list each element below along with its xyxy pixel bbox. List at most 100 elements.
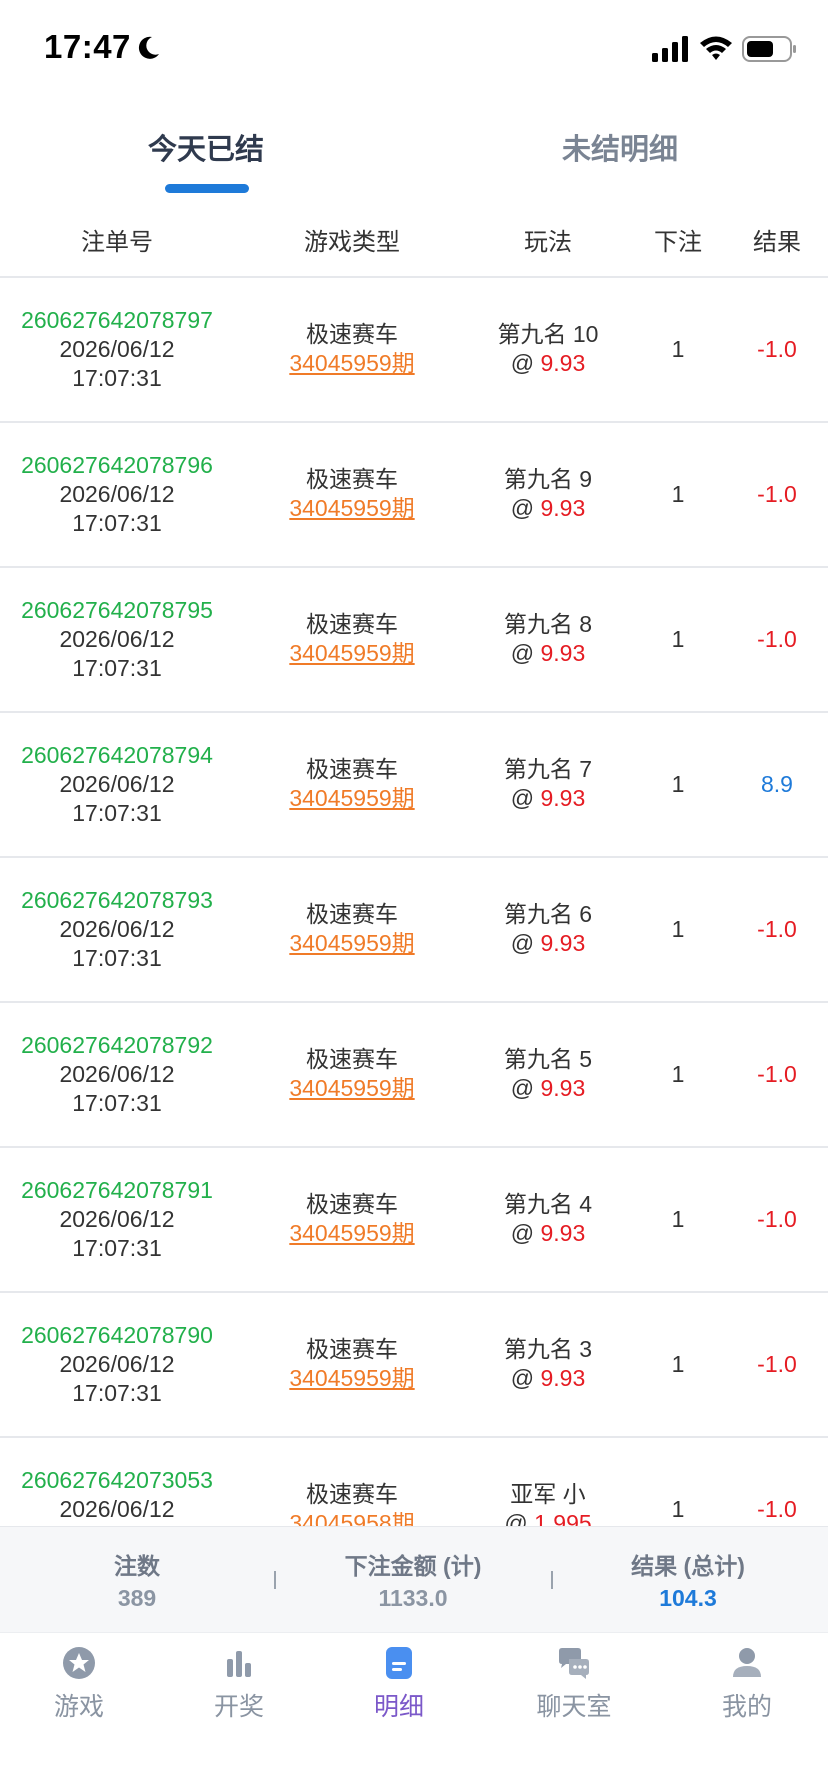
- nav-item-draw[interactable]: 开奖: [179, 1645, 299, 1723]
- odds-value: 9.93: [540, 350, 586, 376]
- nav-item-detail[interactable]: 明细: [339, 1645, 459, 1723]
- play-cell: 第九名 5 @ 9.93: [458, 1045, 638, 1103]
- summary-bet-total: 下注金额 (计) 1133.0: [313, 1547, 513, 1612]
- game-period-link[interactable]: 34045959期: [252, 349, 452, 378]
- odds-prefix: @: [510, 1220, 541, 1246]
- odds-line: @ 9.93: [458, 929, 638, 958]
- bet-id: 260627642078792: [21, 1032, 213, 1058]
- odds-prefix: @: [510, 1075, 541, 1101]
- odds-line: @ 9.93: [458, 1074, 638, 1103]
- draw-chart-icon: [227, 1651, 251, 1677]
- game-cell: 极速赛车 34045959期: [252, 1045, 452, 1103]
- bet-time: 17:07:31: [72, 365, 162, 391]
- table-row[interactable]: 260627642078794 2026/06/12 17:07:31 极速赛车 340…: [0, 713, 828, 858]
- odds-prefix: @: [510, 495, 541, 521]
- bet-result: -1.0: [757, 1351, 797, 1377]
- nav-label-detail: 明细: [373, 1693, 424, 1721]
- bet-amount: 1: [671, 336, 685, 362]
- table-row[interactable]: 260627642078793 2026/06/12 17:07:31 极速赛车 340…: [0, 858, 828, 1003]
- bet-time: 17:07:31: [72, 655, 162, 681]
- bet-date: 2026/06/12: [59, 336, 175, 362]
- nav-item-game[interactable]: 游戏: [19, 1645, 139, 1723]
- table-row[interactable]: 260627642078792 2026/06/12 17:07:31 极速赛车 340…: [0, 1003, 828, 1148]
- table-row[interactable]: 260627642078791 2026/06/12 17:07:31 极速赛车 340…: [0, 1148, 828, 1293]
- nav-item-chat[interactable]: 聊天室: [514, 1645, 634, 1723]
- bet-date: 2026/06/12: [59, 1351, 175, 1377]
- bet-id: 260627642078791: [21, 1177, 213, 1203]
- bet-id: 260627642078793: [21, 887, 213, 913]
- table-row[interactable]: 260627642078795 2026/06/12 17:07:31 极速赛车 340…: [0, 568, 828, 713]
- odds-line: @ 9.93: [458, 349, 638, 378]
- game-cell: 极速赛车 34045958期: [252, 1480, 452, 1526]
- bet-result: -1.0: [757, 336, 797, 362]
- game-period-link[interactable]: 34045959期: [252, 494, 452, 523]
- header-bet-id: 注单号: [81, 229, 153, 256]
- bet-id-cell: 260627642078791 2026/06/12 17:07:31: [0, 1176, 234, 1263]
- nav-label-game: 游戏: [53, 1693, 104, 1721]
- summary-result-total: 结果 (总计) 104.3: [588, 1547, 788, 1612]
- game-cell: 极速赛车 34045959期: [252, 465, 452, 523]
- cellular-signal-icon: [652, 36, 688, 62]
- bet-time: 17:07:31: [72, 1380, 162, 1406]
- header-play-type: 玩法: [524, 229, 572, 256]
- bet-id: 260627642078796: [21, 452, 213, 478]
- tab-unsettled-details[interactable]: 未结明细: [520, 126, 720, 168]
- bet-id: 260627642078790: [21, 1322, 213, 1348]
- bet-date: 2026/06/12: [59, 1061, 175, 1087]
- game-cell: 极速赛车 34045959期: [252, 610, 452, 668]
- odds-prefix: @: [510, 785, 541, 811]
- game-name: 极速赛车: [306, 1481, 398, 1507]
- bet-date: 2026/06/12: [59, 1496, 175, 1522]
- bet-result: -1.0: [757, 916, 797, 942]
- game-period-link[interactable]: 34045959期: [252, 1074, 452, 1103]
- battery-icon: [742, 36, 796, 62]
- odds-value: 9.93: [540, 930, 586, 956]
- play-name: 第九名 10: [497, 321, 599, 347]
- play-cell: 第九名 7 @ 9.93: [458, 755, 638, 813]
- bet-time: 17:07:31: [72, 800, 162, 826]
- table-row[interactable]: 260627642078790 2026/06/12 17:07:31 极速赛车 340…: [0, 1293, 828, 1438]
- odds-value: 9.93: [540, 640, 586, 666]
- summary-result-total-value: 104.3: [659, 1585, 717, 1611]
- play-name: 第九名 7: [503, 756, 593, 782]
- odds-line: @ 9.93: [458, 784, 638, 813]
- bet-list[interactable]: 260627642078797 2026/06/12 17:07:31 极速赛车 340…: [0, 278, 828, 1526]
- odds-value: 9.93: [540, 1365, 586, 1391]
- game-name: 极速赛车: [306, 1046, 398, 1072]
- game-period-link[interactable]: 34045959期: [252, 1219, 452, 1248]
- game-period-link[interactable]: 34045959期: [252, 639, 452, 668]
- game-icon: [63, 1647, 95, 1679]
- game-period-link[interactable]: 34045959期: [252, 1364, 452, 1393]
- nav-item-profile[interactable]: 我的: [687, 1645, 807, 1723]
- bet-id-cell: 260627642078797 2026/06/12 17:07:31: [0, 306, 234, 393]
- bet-id: 260627642078794: [21, 742, 213, 768]
- bet-amount: 1: [671, 1206, 685, 1232]
- game-name: 极速赛车: [306, 611, 398, 637]
- chat-icon: [559, 1648, 589, 1679]
- game-name: 极速赛车: [306, 756, 398, 782]
- profile-icon: [733, 1648, 761, 1677]
- play-cell: 第九名 9 @ 9.93: [458, 465, 638, 523]
- nav-label-profile: 我的: [721, 1693, 772, 1721]
- game-period-link[interactable]: 34045959期: [252, 929, 452, 958]
- tab-settled-today[interactable]: 今天已结: [106, 126, 306, 168]
- summary-divider: [551, 1571, 553, 1589]
- play-name: 第九名 5: [503, 1046, 593, 1072]
- table-row[interactable]: 260627642078797 2026/06/12 17:07:31 极速赛车 340…: [0, 278, 828, 423]
- game-period-link[interactable]: 34045959期: [252, 784, 452, 813]
- odds-value: 9.93: [540, 1075, 586, 1101]
- summary-divider: [274, 1571, 276, 1589]
- status-time: 17:47: [44, 28, 131, 65]
- bet-id-cell: 260627642073053 2026/06/12: [0, 1466, 234, 1524]
- play-name: 第九名 8: [503, 611, 593, 637]
- play-name: 第九名 9: [503, 466, 593, 492]
- summary-bet-count-label: 注数: [114, 1553, 160, 1579]
- bet-id: 260627642073053: [21, 1467, 213, 1493]
- table-row[interactable]: 260627642078796 2026/06/12 17:07:31 极速赛车 340…: [0, 423, 828, 568]
- bottom-nav: 游戏 开奖 明细 聊天室 我的: [0, 1632, 828, 1792]
- game-period-link[interactable]: 34045958期: [252, 1509, 452, 1526]
- odds-prefix: @: [510, 350, 541, 376]
- table-row[interactable]: 260627642073053 2026/06/12 极速赛车 34045958期 亚军…: [0, 1438, 828, 1526]
- bet-date: 2026/06/12: [59, 771, 175, 797]
- play-name: 第九名 6: [503, 901, 593, 927]
